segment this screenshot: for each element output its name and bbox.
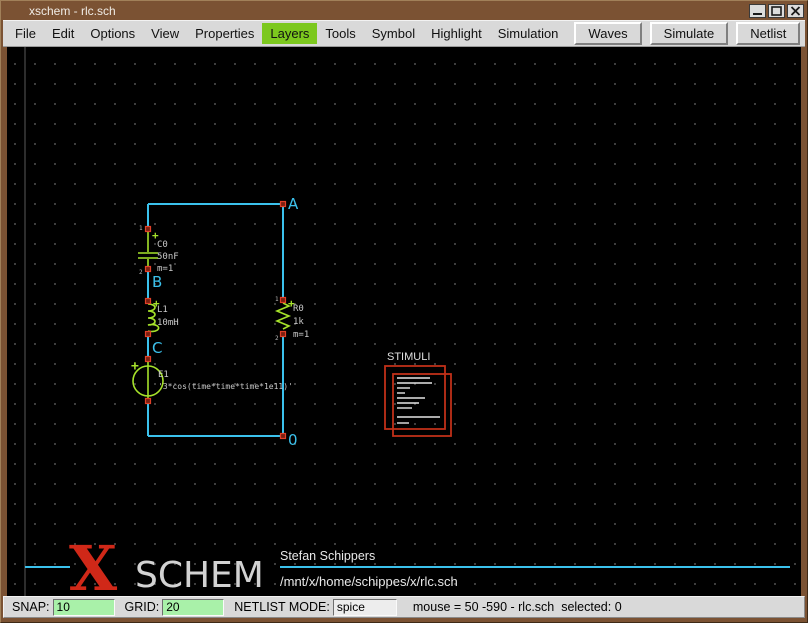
res-pinno-2: 2 bbox=[275, 335, 279, 342]
cap-pin-1[interactable] bbox=[146, 227, 151, 232]
stimuli-text-lines bbox=[397, 378, 440, 423]
menubar: File Edit Options View Properties Layers… bbox=[3, 20, 805, 47]
menu-symbol[interactable]: Symbol bbox=[364, 23, 423, 44]
ind-pin-2[interactable] bbox=[146, 332, 151, 337]
capacitor-symbol[interactable]: + 1 2 C0 50nF m=1 bbox=[138, 225, 179, 276]
node-label-gnd[interactable]: 0 bbox=[288, 431, 298, 449]
res-name-label[interactable]: R0 bbox=[293, 304, 304, 314]
netlist-mode-input[interactable] bbox=[333, 599, 397, 616]
titlebar[interactable]: xschem - rlc.sch bbox=[1, 1, 807, 20]
window-controls bbox=[749, 4, 807, 18]
minimize-icon bbox=[752, 6, 763, 16]
res-value-label[interactable]: 1k bbox=[293, 317, 304, 327]
netlist-button[interactable]: Netlist bbox=[736, 22, 800, 45]
author-text: Stefan Schippers bbox=[280, 549, 375, 563]
cap-pinno-1: 1 bbox=[139, 225, 143, 232]
mouse-status-text: mouse = 50 -590 - rlc.sch selected: 0 bbox=[413, 600, 622, 614]
stimuli-label[interactable]: STIMULI bbox=[387, 351, 430, 363]
ind-name-label[interactable]: L1 bbox=[157, 305, 168, 315]
statusbar: SNAP: GRID: NETLIST MODE: mouse = 50 -59… bbox=[3, 596, 805, 618]
xschem-logo-x-icon: X bbox=[69, 532, 118, 596]
netlist-mode-label: NETLIST MODE: bbox=[234, 600, 330, 614]
snap-label: SNAP: bbox=[12, 600, 50, 614]
res-pin-2[interactable] bbox=[281, 332, 286, 337]
src-pin-1[interactable] bbox=[146, 357, 151, 362]
cap-pin-2[interactable] bbox=[146, 267, 151, 272]
close-icon bbox=[790, 6, 801, 16]
schematic-canvas[interactable]: + 1 2 C0 50nF m=1 + L1 10mH bbox=[7, 47, 801, 596]
waves-button[interactable]: Waves bbox=[574, 22, 641, 45]
ind-value-label[interactable]: 10mH bbox=[157, 318, 179, 328]
grid-input[interactable] bbox=[162, 599, 224, 616]
menu-view[interactable]: View bbox=[143, 23, 187, 44]
src-pin-2[interactable] bbox=[146, 399, 151, 404]
ind-pin-1[interactable] bbox=[146, 299, 151, 304]
cap-value-label[interactable]: 50nF bbox=[157, 252, 179, 262]
menu-options[interactable]: Options bbox=[82, 23, 143, 44]
snap-input[interactable] bbox=[53, 599, 115, 616]
cap-pinno-2: 2 bbox=[139, 269, 143, 276]
cap-name-label[interactable]: C0 bbox=[157, 240, 168, 250]
menu-tools[interactable]: Tools bbox=[317, 23, 363, 44]
menu-edit[interactable]: Edit bbox=[44, 23, 82, 44]
source-symbol[interactable]: + E1 '3*cos(time*time*time*1e11)' bbox=[131, 357, 293, 404]
menu-highlight[interactable]: Highlight bbox=[423, 23, 490, 44]
window-title: xschem - rlc.sch bbox=[29, 4, 116, 18]
src-name-label[interactable]: E1 bbox=[158, 370, 169, 380]
grid-label: GRID: bbox=[125, 600, 160, 614]
simulate-button[interactable]: Simulate bbox=[650, 22, 729, 45]
junction-bottom-right bbox=[281, 434, 286, 439]
node-label-b[interactable]: B bbox=[152, 273, 162, 291]
res-pinno-1: 1 bbox=[275, 296, 279, 303]
src-value-label[interactable]: '3*cos(time*time*time*1e11)' bbox=[158, 382, 293, 391]
resistor-symbol[interactable]: + 1 2 R0 1k m=1 bbox=[275, 296, 309, 342]
res-mult-label[interactable]: m=1 bbox=[293, 330, 309, 340]
menu-simulation[interactable]: Simulation bbox=[490, 23, 567, 44]
xschem-logo-text: SCHEM bbox=[135, 555, 264, 596]
menu-layers[interactable]: Layers bbox=[262, 23, 317, 44]
menu-properties[interactable]: Properties bbox=[187, 23, 262, 44]
res-pin-1[interactable] bbox=[281, 298, 286, 303]
maximize-icon bbox=[771, 6, 782, 16]
junction-top-right bbox=[281, 202, 286, 207]
menu-file[interactable]: File bbox=[7, 23, 44, 44]
node-label-a[interactable]: A bbox=[288, 195, 299, 213]
stimuli-element[interactable]: STIMULI bbox=[385, 351, 451, 436]
filepath-text: /mnt/x/home/schippes/x/rlc.sch bbox=[280, 574, 458, 589]
src-plus-mark: + bbox=[131, 359, 139, 374]
node-label-c[interactable]: C bbox=[152, 339, 162, 357]
title-block: X SCHEM Stefan Schippers /mnt/x/home/sch… bbox=[25, 532, 790, 596]
maximize-button[interactable] bbox=[768, 4, 785, 18]
close-button[interactable] bbox=[787, 4, 804, 18]
inductor-symbol[interactable]: + L1 10mH bbox=[146, 297, 179, 337]
xschem-window: xschem - rlc.sch File Edit Options View … bbox=[0, 0, 808, 623]
minimize-button[interactable] bbox=[749, 4, 766, 18]
